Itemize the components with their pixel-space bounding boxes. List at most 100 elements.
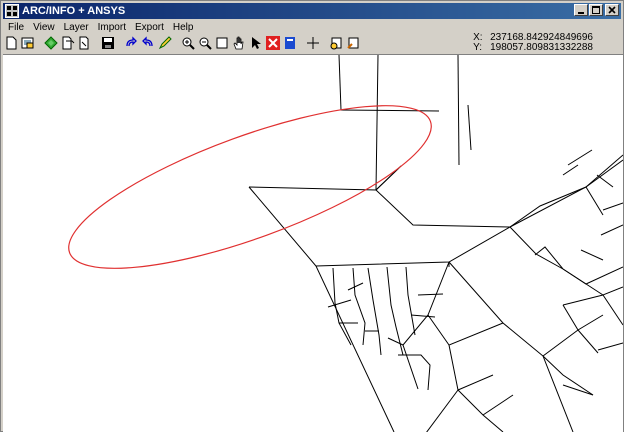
road-segment[interactable] [562,268,623,296]
road-segment[interactable] [562,164,579,176]
identify-icon [330,37,342,50]
zoom-box-button[interactable] [214,35,230,51]
menu-help[interactable]: Help [168,22,198,33]
road-segment[interactable] [338,55,342,111]
save-icon [102,37,114,49]
pencil-icon [158,36,172,50]
road-segment[interactable] [509,226,564,270]
road-segment[interactable] [467,104,472,151]
map-canvas[interactable] [3,54,623,432]
map-drawing[interactable] [3,55,623,432]
layers-icon [44,36,58,50]
road-segment[interactable] [602,202,623,211]
maximize-icon [592,6,600,14]
open-button[interactable] [20,35,36,51]
info-button[interactable] [282,35,298,51]
road-segment[interactable] [347,282,364,291]
pan-button[interactable] [231,35,247,51]
minimize-button[interactable] [574,4,588,16]
road-segment[interactable] [562,266,623,285]
road-segment[interactable] [332,267,352,346]
copy-button[interactable] [60,35,76,51]
crosshair-icon [307,37,319,49]
redo-icon [126,36,137,47]
road-segment[interactable] [338,109,440,112]
road-segment[interactable] [585,186,604,216]
road-segment[interactable] [562,304,579,331]
road-segment[interactable] [375,189,511,228]
menu-export[interactable]: Export [130,22,168,33]
crosshair-button[interactable] [305,35,321,51]
road-segment[interactable] [596,174,614,188]
road-segment[interactable] [402,261,450,390]
menu-layer[interactable]: Layer [59,22,93,33]
menu-view[interactable]: View [28,22,59,33]
road-segment[interactable] [602,294,623,326]
paste-icon [79,36,89,50]
select-arrow-icon [252,37,261,49]
new-button[interactable] [3,35,19,51]
close-icon [608,6,616,14]
zoom-out-icon [199,37,212,50]
y-label: Y: [473,42,483,53]
road-segment[interactable] [585,159,623,188]
undo-button[interactable] [140,35,156,51]
road-segment[interactable] [417,293,444,296]
road-segment[interactable] [426,389,459,432]
road-segment[interactable] [567,149,593,166]
zoom-out-button[interactable] [197,35,213,51]
menu-file[interactable]: File [3,22,28,33]
road-segment[interactable] [375,55,379,191]
delete-red-icon [266,36,280,50]
road-segment[interactable] [482,394,514,416]
info-blue-icon [285,37,295,49]
query-icon [347,37,359,49]
road-segment[interactable] [315,154,623,267]
road-segment[interactable] [457,55,460,166]
copy-icon [62,36,75,50]
y-value: 198057.809831332288 [490,42,593,53]
app-window: ARC/INFO + ANSYS File View Layer Import … [0,0,624,432]
road-segment[interactable] [580,249,604,261]
title-bar[interactable]: ARC/INFO + ANSYS [3,3,621,19]
road-segment[interactable] [405,266,416,336]
layers-button[interactable] [43,35,59,51]
close-button[interactable] [605,4,619,16]
road-segment[interactable] [248,165,402,191]
maximize-button[interactable] [589,4,603,16]
open-icon [21,37,34,49]
road-segment[interactable] [597,342,623,351]
road-segment[interactable] [352,267,366,346]
road-segment[interactable] [534,246,564,270]
road-segment[interactable] [427,314,450,346]
paste-button[interactable] [77,35,93,51]
query-button[interactable] [345,35,361,51]
select-button[interactable] [248,35,264,51]
delete-button[interactable] [265,35,281,51]
minimize-icon [578,12,584,14]
zoom-in-button[interactable] [180,35,196,51]
window-controls [573,4,619,16]
menu-import[interactable]: Import [93,22,130,33]
new-icon [6,36,17,50]
window-title: ARC/INFO + ANSYS [22,5,126,17]
road-segment[interactable] [457,389,504,432]
road-segment[interactable] [577,329,599,354]
road-segment[interactable] [327,299,352,308]
road-segment[interactable] [600,224,623,236]
road-segment[interactable] [562,384,594,396]
road-segment[interactable] [387,337,404,346]
road-segment[interactable] [398,354,431,391]
zoom-box-icon [216,37,228,49]
road-segment[interactable] [367,267,382,356]
road-segment[interactable] [248,186,395,432]
road-segment[interactable] [410,314,436,318]
edit-button[interactable] [157,35,173,51]
redo-button[interactable] [123,35,139,51]
app-icon [5,4,19,18]
coordinate-readout: X: 237168.842924849696 Y: 198057.8098313… [473,33,593,53]
road-segment[interactable] [562,294,604,306]
save-button[interactable] [100,35,116,51]
identify-button[interactable] [328,35,344,51]
road-segment[interactable] [448,322,504,391]
